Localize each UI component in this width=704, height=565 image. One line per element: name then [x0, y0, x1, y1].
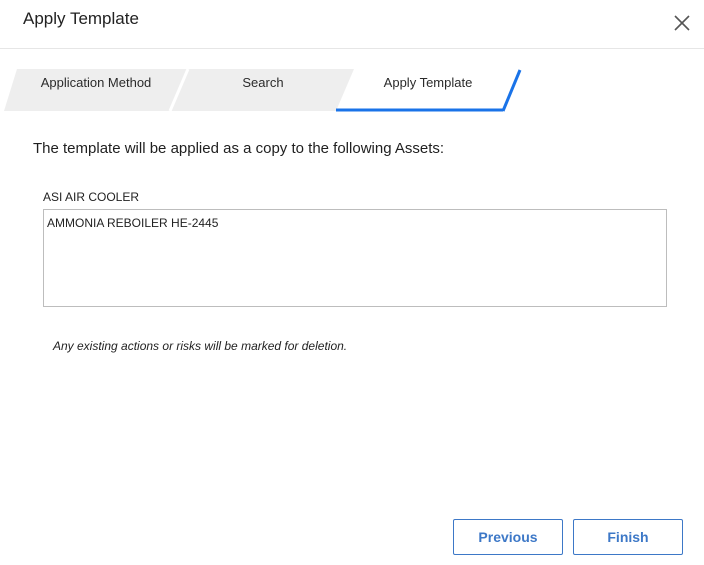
- assets-label: ASI AIR COOLER: [43, 190, 140, 204]
- tab-application-method[interactable]: Application Method: [20, 69, 172, 97]
- finish-button[interactable]: Finish: [573, 519, 683, 555]
- wizard-steps: Application Method Search Apply Template: [0, 69, 704, 113]
- tab-apply-template[interactable]: Apply Template: [342, 69, 514, 97]
- assets-list-box[interactable]: AMMONIA REBOILER HE-2445: [43, 209, 667, 307]
- close-icon: [674, 15, 690, 31]
- asset-list-item: AMMONIA REBOILER HE-2445: [47, 216, 219, 230]
- previous-button[interactable]: Previous: [453, 519, 563, 555]
- close-button[interactable]: [672, 13, 692, 33]
- dialog-header: Apply Template: [0, 0, 704, 49]
- tab-search[interactable]: Search: [180, 69, 346, 97]
- dialog-title: Apply Template: [23, 9, 139, 28]
- deletion-note: Any existing actions or risks will be ma…: [53, 339, 348, 353]
- intro-text: The template will be applied as a copy t…: [33, 140, 445, 157]
